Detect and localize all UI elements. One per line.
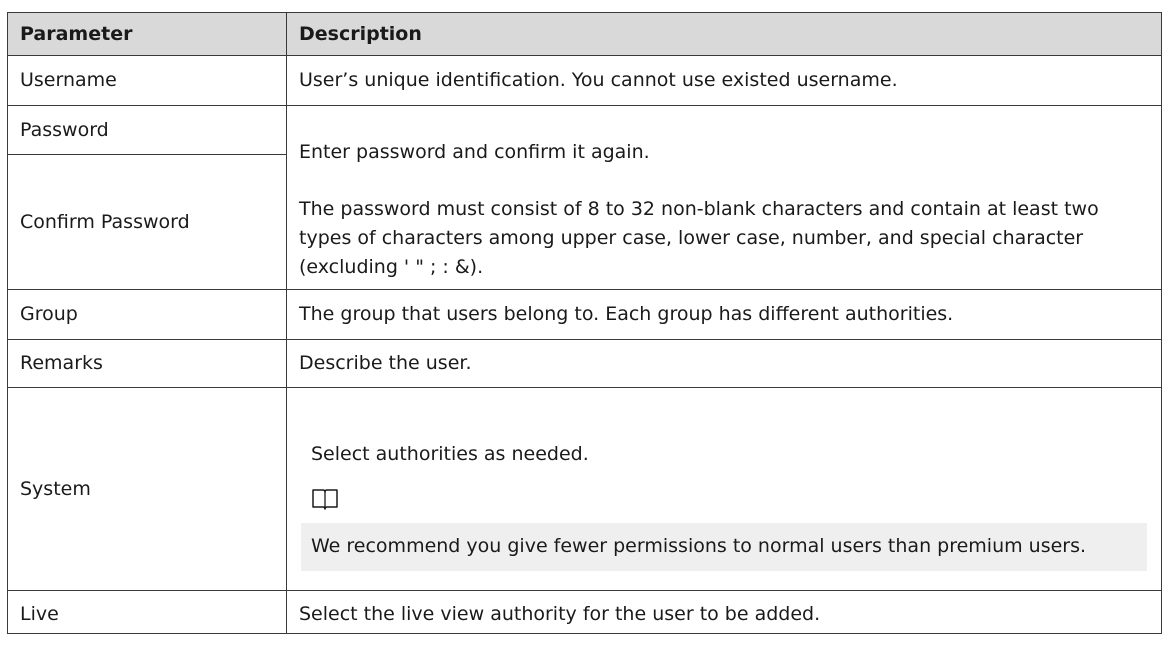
book-icon [312, 488, 338, 510]
table-row: Group The group that users belong to. Ea… [7, 289, 1162, 340]
param-system: System [7, 387, 287, 591]
table-row: Username User’s unique identification. Y… [7, 55, 1162, 106]
desc-username: User’s unique identification. You cannot… [286, 55, 1162, 106]
param-password: Password [7, 105, 287, 155]
param-remarks: Remarks [7, 339, 287, 388]
header-description: Description [286, 12, 1162, 56]
desc-system-cell: Select authorities as needed. We recomme… [286, 387, 1162, 591]
document-page: Parameter Description Username User’s un… [0, 0, 1168, 657]
desc-password-group: Enter password and confirm it again. The… [286, 105, 1162, 290]
table-row: System Select authorities as needed. We … [7, 387, 1162, 591]
param-group: Group [7, 289, 287, 340]
desc-confirm-password: The password must consist of 8 to 32 non… [299, 197, 1099, 278]
param-confirm-password: Confirm Password [7, 154, 287, 290]
table-row: Password Enter password and confirm it a… [7, 105, 1162, 290]
parameter-table: Parameter Description Username User’s un… [7, 12, 1162, 634]
param-live: Live [7, 590, 287, 634]
table-row: Live Select the live view authority for … [7, 590, 1162, 634]
header-parameter: Parameter [7, 12, 287, 56]
table-header-row: Parameter Description [7, 12, 1162, 56]
table-row: Remarks Describe the user. [7, 339, 1162, 388]
desc-group: The group that users belong to. Each gro… [286, 289, 1162, 340]
desc-password: Enter password and confirm it again. [299, 140, 650, 163]
note-box: We recommend you give fewer permissions … [301, 522, 1147, 571]
desc-live: Select the live view authority for the u… [286, 590, 1162, 634]
param-username: Username [7, 55, 287, 106]
desc-remarks: Describe the user. [286, 339, 1162, 388]
desc-system: Select authorities as needed. [311, 442, 589, 465]
